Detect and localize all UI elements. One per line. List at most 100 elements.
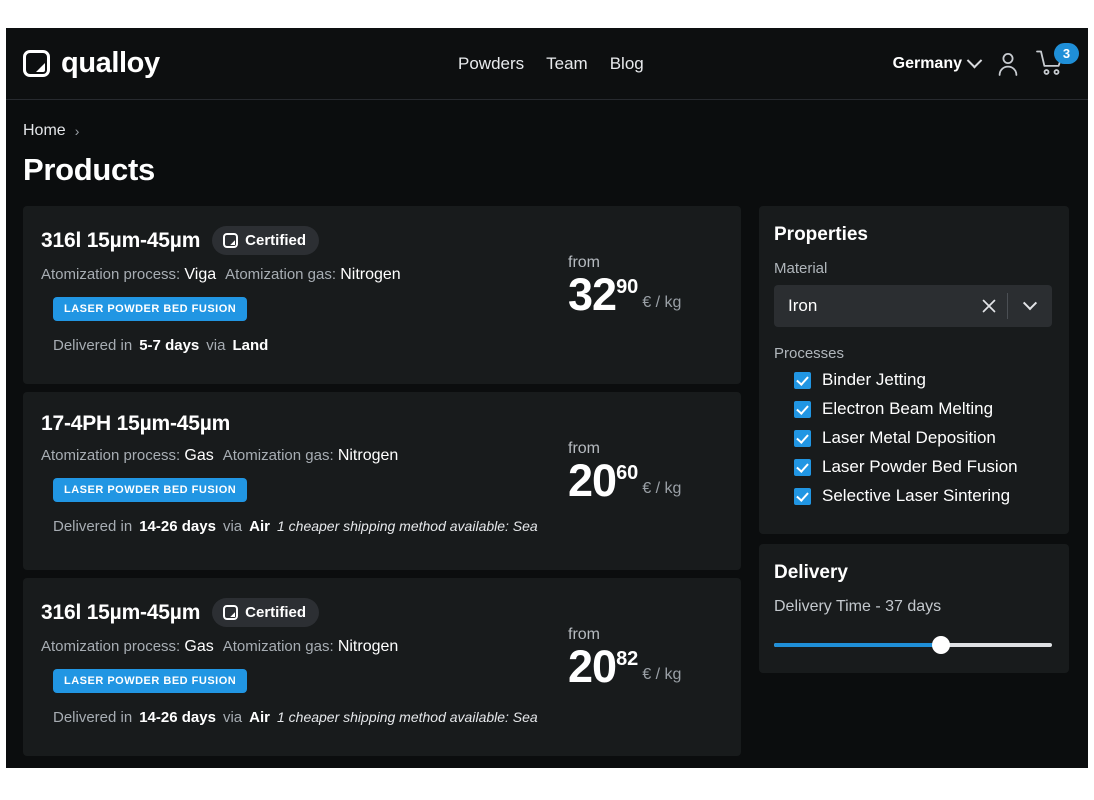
chevron-down-icon [1022,296,1038,311]
product-title: 17-4PH 15µm-45µm [41,412,231,435]
product-card[interactable]: 316l 15µm-45µm Certified Atomization pro… [23,578,741,756]
product-delivery: Delivered in 5-7 days via Land [53,337,556,354]
slider-thumb[interactable] [931,636,950,654]
checkbox-laser-metal-deposition[interactable] [794,429,811,447]
product-specs: Atomization process: Gas Atomization gas… [41,447,556,465]
material-label: Material [774,260,828,277]
cart-count-badge: 3 [1054,42,1079,64]
product-title-row: 17-4PH 15µm-45µm [41,412,556,436]
checkbox-electron-beam-melting[interactable] [794,400,811,418]
process-checkbox-row[interactable]: Laser Metal Deposition [794,428,1052,448]
site-header: qualloy Powders Team Blog Germany 3 [6,28,1088,100]
spec-process-value: Gas [184,447,214,464]
price-integer: 20 [568,641,617,692]
spec-process-label: Atomization process: [41,266,181,283]
process-checkbox-row[interactable]: Binder Jetting [794,370,1052,390]
delivery-via: via [222,709,243,726]
spec-gas-value: Nitrogen [337,638,399,655]
process-tag: LASER POWDER BED FUSION [53,669,248,693]
product-title: 316l 15µm-45µm [41,228,201,252]
delivery-method: Air [249,518,270,535]
delivery-via: via [206,337,226,354]
properties-panel: Properties Material Iron Processes Binde… [759,206,1069,534]
country-selector[interactable]: Germany [893,52,983,73]
close-x-icon [982,299,996,313]
account-button[interactable] [996,51,1020,77]
process-label: Laser Metal Deposition [822,428,996,447]
checkbox-selective-laser-sintering[interactable] [794,487,811,505]
delivery-via: via [222,518,243,535]
checkbox-laser-powder-bed-fusion[interactable] [794,458,811,476]
price-decimal: 60 [616,462,639,484]
spec-process-label: Atomization process: [41,638,181,655]
checkbox-binder-jetting[interactable] [794,371,811,389]
processes-label: Processes [774,345,845,362]
chevron-down-icon [966,52,983,69]
certified-badge: Certified [212,226,320,255]
product-card-body: 316l 15µm-45µm Certified Atomization pro… [41,598,556,738]
delivery-days: 14-26 days [139,709,216,726]
delivery-panel: Delivery Delivery Time - 37 days [759,544,1069,673]
nav-item-powders[interactable]: Powders [458,54,524,74]
app-page: qualloy Powders Team Blog Germany 3 Home… [6,28,1088,768]
material-select[interactable]: Iron [774,285,1052,327]
delivery-title: Delivery [774,562,848,583]
material-dropdown-button[interactable] [1008,285,1052,327]
process-label: Selective Laser Sintering [822,486,1011,505]
material-clear-button[interactable] [971,285,1007,327]
spec-process-value: Gas [184,638,214,655]
content-columns: 316l 15µm-45µm Certified Atomization pro… [23,206,1070,764]
delivery-prefix: Delivered in [53,337,133,354]
product-card-body: 17-4PH 15µm-45µm Atomization process: Ga… [41,412,556,552]
header-actions: Germany 3 [893,42,1079,79]
price-row: 32 90 € / kg [568,272,721,317]
process-tag: LASER POWDER BED FUSION [53,297,248,321]
spec-gas: Atomization gas: Nitrogen [225,266,401,284]
product-title-row: 316l 15µm-45µm Certified [41,598,556,627]
cheaper-shipping-note: 1 cheaper shipping method available: Sea [276,709,538,725]
price-row: 20 82 € / kg [568,641,721,692]
breadcrumb-item-home[interactable]: Home [23,122,66,140]
delivery-days: 14-26 days [139,518,216,535]
process-label: Binder Jetting [822,370,926,389]
product-delivery: Delivered in 14-26 days via Air 1 cheape… [53,518,556,535]
product-card[interactable]: 17-4PH 15µm-45µm Atomization process: Ga… [23,392,741,570]
delivery-days: 5-7 days [139,337,200,354]
material-value: Iron [788,296,818,315]
price-decimal: 90 [616,276,639,298]
certified-mark-icon [223,233,239,248]
delivery-time-slider[interactable] [774,636,1052,654]
spec-gas: Atomization gas: Nitrogen [223,447,399,465]
certified-mark-icon [223,605,239,620]
filters-sidebar: Properties Material Iron Processes Binde… [759,206,1069,683]
product-card[interactable]: 316l 15µm-45µm Certified Atomization pro… [23,206,741,384]
page-content: Home › Products 316l 15µm-45µm Certified [6,100,1088,764]
process-checkbox-row[interactable]: Laser Powder Bed Fusion [794,457,1052,477]
product-price: from 32 90 € / kg [556,226,721,366]
product-title: 316l 15µm-45µm [41,600,201,624]
processes-checkbox-list: Binder Jetting Electron Beam Melting Las… [774,370,1052,506]
product-price: from 20 82 € / kg [556,598,721,738]
process-checkbox-row[interactable]: Selective Laser Sintering [794,486,1052,506]
process-checkbox-row[interactable]: Electron Beam Melting [794,399,1052,419]
nav-item-team[interactable]: Team [546,54,588,74]
product-card-body: 316l 15µm-45µm Certified Atomization pro… [41,226,556,366]
brand-name: qualloy [61,47,160,79]
product-delivery: Delivered in 14-26 days via Air 1 cheape… [53,709,556,726]
price-unit: € / kg [642,665,682,683]
breadcrumb: Home › [23,122,1070,140]
delivery-prefix: Delivered in [53,709,133,726]
spec-gas-label: Atomization gas: [222,638,334,655]
cart-button[interactable]: 3 [1036,42,1079,79]
process-label: Electron Beam Melting [822,399,994,418]
price-integer: 20 [568,455,617,506]
price-unit: € / kg [642,293,682,311]
brand-logo[interactable]: qualloy [23,47,160,80]
spec-process: Atomization process: Gas [41,638,214,656]
properties-title: Properties [774,224,868,245]
product-price: from 20 60 € / kg [556,412,721,552]
spec-gas-label: Atomization gas: [222,447,334,464]
spec-process: Atomization process: Viga [41,266,216,284]
nav-item-blog[interactable]: Blog [610,54,644,74]
spec-process-value: Viga [184,266,217,283]
